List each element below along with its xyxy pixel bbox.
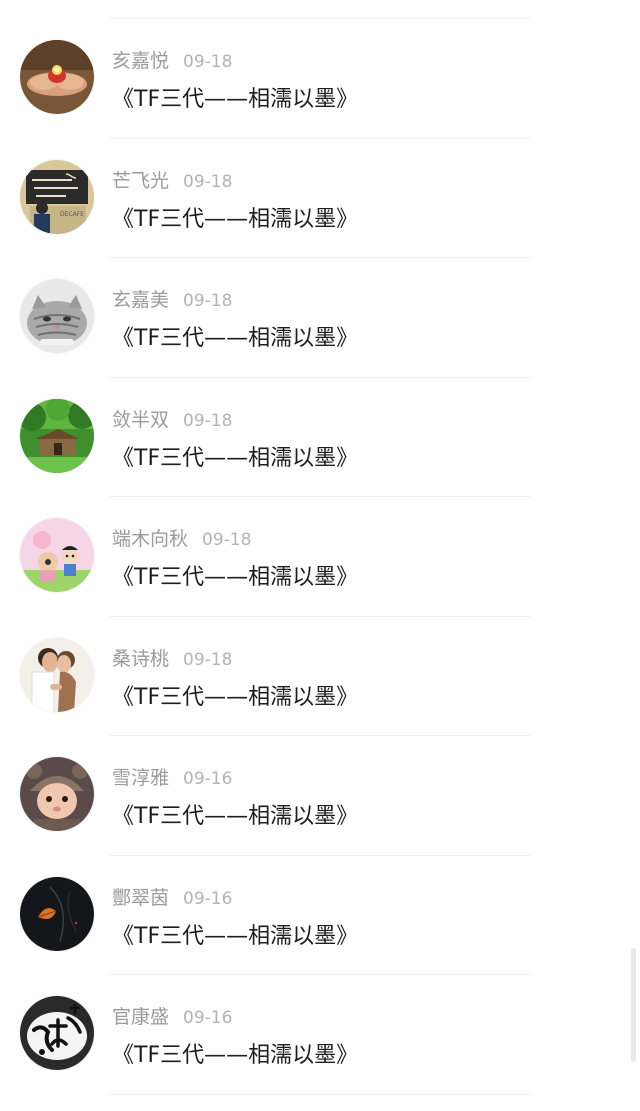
comment-date: 09-18 bbox=[183, 291, 233, 311]
comment-meta: 芒飞光 09-18 bbox=[112, 169, 232, 193]
username[interactable]: 亥嘉悦 bbox=[112, 50, 169, 72]
comment-text: 《TF三代——相濡以墨》 bbox=[112, 445, 359, 471]
candle-hands-avatar-icon[interactable] bbox=[20, 40, 94, 114]
comment-meta: 雪淳雅 09-16 bbox=[112, 766, 232, 790]
comment-text: 《TF三代——相濡以墨》 bbox=[112, 87, 359, 112]
comment-date: 09-18 bbox=[202, 530, 252, 550]
comment-date: 09-18 bbox=[183, 52, 233, 72]
svg-text:DECAFE: DECAFE bbox=[60, 211, 84, 218]
dark-leaf-avatar-icon[interactable] bbox=[20, 876, 94, 951]
comment-text: 《TF三代——相濡以墨》 bbox=[112, 326, 359, 351]
username[interactable]: 敛半双 bbox=[112, 409, 169, 431]
comment-date: 09-16 bbox=[183, 888, 233, 909]
comment-list: 亥嘉悦 09-18 《TF三代——相濡以墨》 DECAFE 芒飞光 09-18 《T… bbox=[0, 19, 640, 1095]
comment-text: 《TF三代——相濡以墨》 bbox=[112, 684, 359, 710]
comment-item[interactable]: 桑诗桃 09-18 《TF三代——相濡以墨》 bbox=[0, 617, 640, 737]
username[interactable]: 玄嘉美 bbox=[112, 289, 169, 311]
comment-text: 《TF三代——相濡以墨》 bbox=[112, 923, 359, 949]
comment-meta: 官康盛 09-16 bbox=[112, 1005, 232, 1029]
comment-item[interactable]: 官康盛 09-16 《TF三代——相濡以墨》 bbox=[0, 975, 640, 1095]
comment-item[interactable]: 玄嘉美 09-18 《TF三代——相濡以墨》 bbox=[0, 258, 640, 378]
comment-meta: 敛半双 09-18 bbox=[112, 408, 232, 432]
calligraphy-ink-avatar-icon[interactable] bbox=[20, 996, 94, 1070]
comment-date: 09-18 bbox=[183, 171, 233, 192]
scrollbar-thumb[interactable] bbox=[631, 948, 636, 1062]
comment-item[interactable]: DECAFE 芒飞光 09-18 《TF三代——相濡以墨》 bbox=[0, 139, 640, 259]
comment-item[interactable]: 亥嘉悦 09-18 《TF三代——相濡以墨》 bbox=[0, 19, 640, 139]
comment-meta: 亥嘉悦 09-18 bbox=[112, 49, 232, 73]
username[interactable]: 端木向秋 bbox=[112, 528, 188, 550]
username[interactable]: 桑诗桃 bbox=[112, 648, 169, 670]
username[interactable]: 雪淳雅 bbox=[112, 767, 169, 789]
comment-date: 09-16 bbox=[183, 769, 233, 789]
comment-meta: 酆翠茵 09-16 bbox=[112, 886, 232, 910]
username[interactable]: 芒飞光 bbox=[112, 170, 169, 192]
comment-meta: 端木向秋 09-18 bbox=[112, 527, 251, 551]
comment-meta: 桑诗桃 09-18 bbox=[112, 647, 232, 671]
baby-bear-hat-avatar-icon[interactable] bbox=[20, 757, 94, 831]
couple-kiss-avatar-icon[interactable] bbox=[20, 637, 94, 712]
comment-text: 《TF三代——相濡以墨》 bbox=[112, 565, 359, 590]
comment-item[interactable]: 端木向秋 09-18 《TF三代——相濡以墨》 bbox=[0, 497, 640, 617]
comment-date: 09-16 bbox=[183, 1008, 233, 1028]
comment-item[interactable]: 酆翠茵 09-16 《TF三代——相濡以墨》 bbox=[0, 856, 640, 976]
comment-item[interactable]: 雪淳雅 09-16 《TF三代——相濡以墨》 bbox=[0, 736, 640, 856]
comment-date: 09-18 bbox=[183, 649, 233, 670]
grey-cat-avatar-icon[interactable] bbox=[20, 279, 94, 353]
comment-date: 09-18 bbox=[183, 410, 233, 431]
comment-text: 《TF三代——相濡以墨》 bbox=[112, 804, 359, 829]
username[interactable]: 官康盛 bbox=[112, 1006, 169, 1028]
comment-text: 《TF三代——相濡以墨》 bbox=[112, 1043, 359, 1068]
chalkboard-person-avatar-icon[interactable]: DECAFE bbox=[20, 159, 94, 234]
username[interactable]: 酆翠茵 bbox=[112, 887, 169, 909]
cartoon-kids-avatar-icon[interactable] bbox=[20, 518, 94, 592]
comment-text: 《TF三代——相濡以墨》 bbox=[112, 206, 359, 232]
forest-cabin-avatar-icon[interactable] bbox=[20, 398, 94, 473]
comment-meta: 玄嘉美 09-18 bbox=[112, 288, 232, 312]
comment-item[interactable]: 敛半双 09-18 《TF三代——相濡以墨》 bbox=[0, 378, 640, 498]
